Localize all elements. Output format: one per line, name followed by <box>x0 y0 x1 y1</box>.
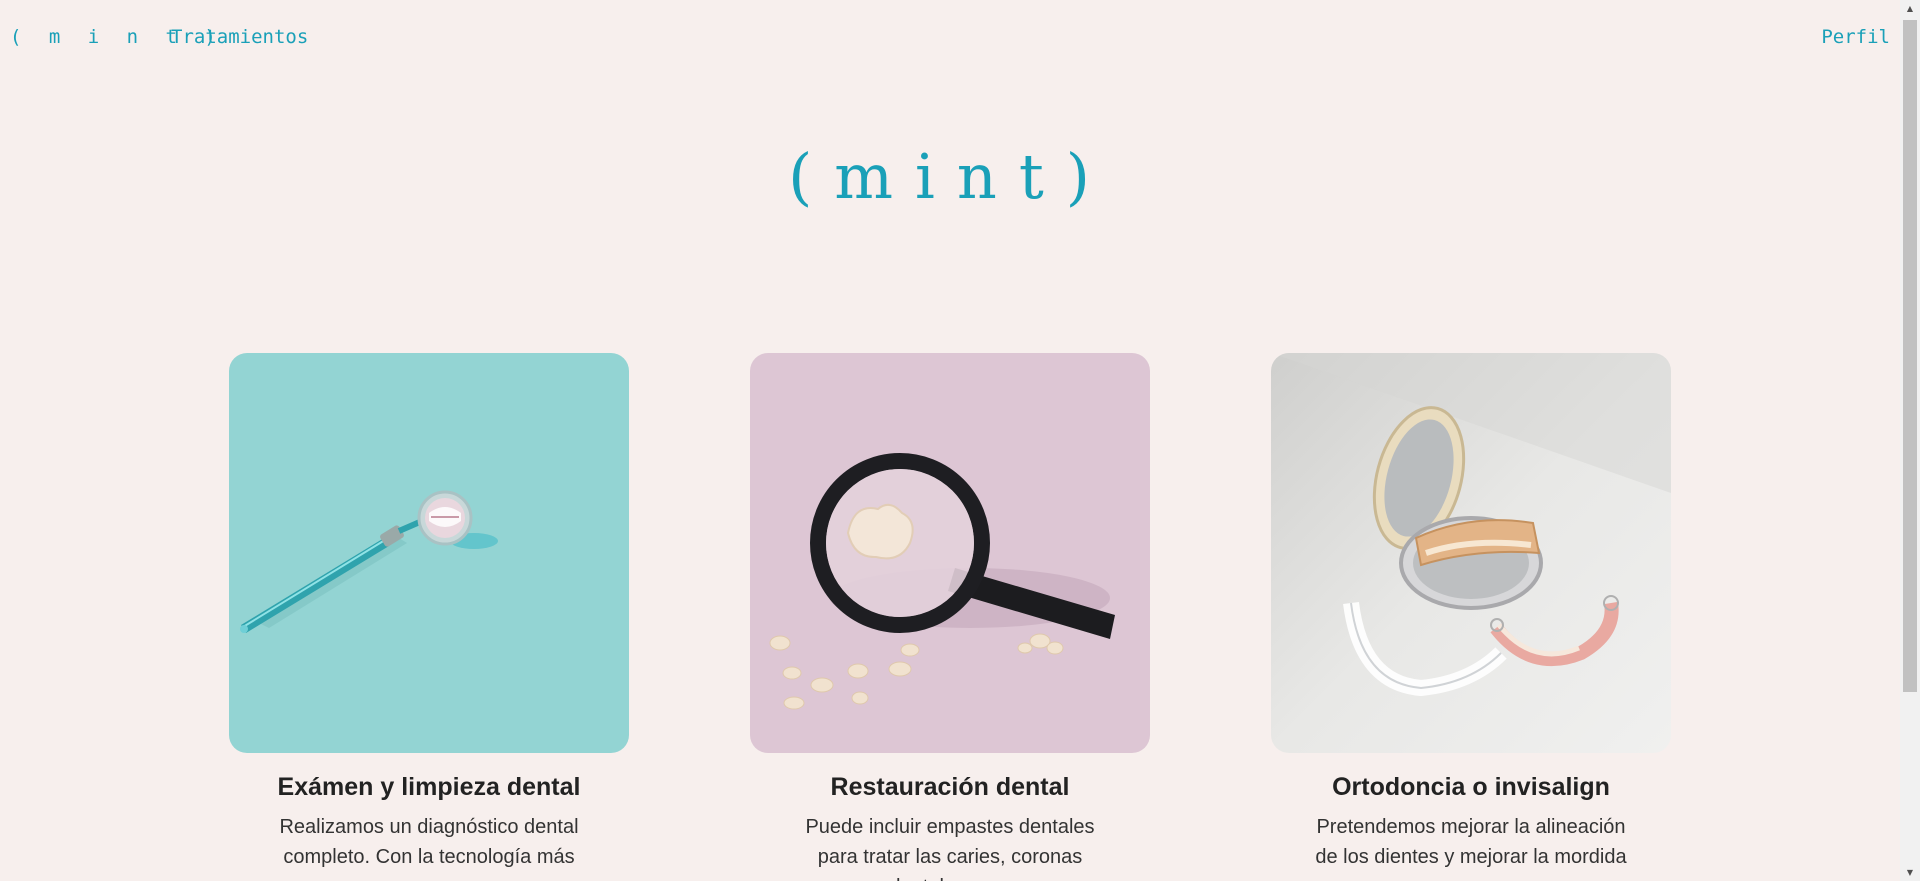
card-title: Restauración dental <box>830 773 1070 801</box>
magnifier-illustration <box>750 353 1150 753</box>
treatment-card-cleaning[interactable]: Exámen y limpieza dental Realizamos un d… <box>229 353 629 872</box>
restoration-image <box>750 353 1150 753</box>
nav-treatments-link[interactable]: Tratamientos <box>171 26 308 48</box>
cleaning-image <box>229 353 629 753</box>
hero-logo: (mint) <box>788 140 1112 213</box>
orthodontics-image <box>1271 353 1671 753</box>
page: ( m i n t ) Tratamientos Perfil (mint) E… <box>0 0 1920 881</box>
nav-profile-link[interactable]: Perfil <box>1821 26 1890 48</box>
card-description: Pretendemos mejorar la alineación de los… <box>1315 816 1627 881</box>
card-description: Puede incluir empastes dentales para tra… <box>805 816 1095 881</box>
card-description: Realizamos un diagnóstico dental complet… <box>279 816 579 868</box>
scroll-down-arrow-icon[interactable]: ▼ <box>1900 864 1920 881</box>
card-title: Exámen y limpieza dental <box>277 773 581 801</box>
scroll-thumb[interactable] <box>1903 20 1917 692</box>
aligner-compact-illustration <box>1271 353 1671 753</box>
treatment-card-orthodontics[interactable]: Ortodoncia o invisalign Pretendemos mejo… <box>1271 353 1671 881</box>
treatment-card-restoration[interactable]: Restauración dental Puede incluir empast… <box>750 353 1150 881</box>
scrollbar[interactable]: ▲ ▼ <box>1900 0 1920 881</box>
scroll-up-arrow-icon[interactable]: ▲ <box>1900 0 1920 17</box>
dental-mirror-illustration <box>229 353 629 753</box>
top-nav: ( m i n t ) Tratamientos Perfil <box>0 0 1900 78</box>
card-title: Ortodoncia o invisalign <box>1332 773 1610 801</box>
